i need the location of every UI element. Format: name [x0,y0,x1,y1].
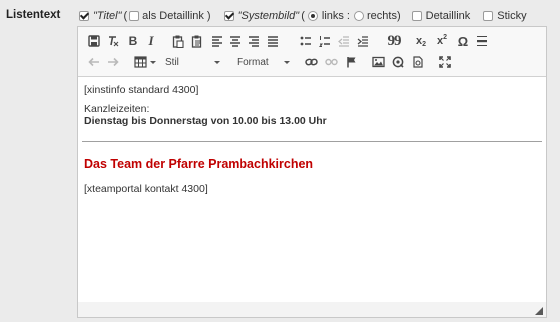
rechts-label: rechts) [367,10,401,22]
content-line: [xteamportal kontakt 4300] [84,183,208,195]
style-dropdown-label: Stil [165,56,179,68]
chevron-down-icon [214,61,220,64]
format-dropdown-label: Format [237,56,269,68]
align-justify-icon[interactable] [264,32,282,50]
content-heading: Das Team der Pfarre Prambachkirchen [84,157,314,171]
sticky-label: Sticky [497,10,527,22]
bold-button[interactable]: B [124,32,142,50]
paste-icon[interactable] [169,32,187,50]
source-icon[interactable] [409,53,427,71]
links-label: links : [321,10,350,22]
detaillink-checkbox[interactable] [411,11,422,21]
save-icon[interactable] [85,32,103,50]
link-icon[interactable] [302,53,320,71]
table-icon[interactable] [131,53,149,71]
remove-format-icon[interactable] [104,32,122,50]
content-line-bold: Dienstag bis Donnerstag von 10.00 bis 13… [84,115,327,127]
indent-icon[interactable] [354,32,372,50]
rechts-radio[interactable] [354,11,364,21]
superscript-mark: 2 [443,33,448,41]
detaillink-label: Detaillink [425,10,471,22]
maximize-icon[interactable] [436,53,454,71]
systembild-checkbox[interactable] [223,11,234,21]
editor-toolbar: B I 99 x2 x 2 Ω Stil Format [78,27,546,77]
style-dropdown[interactable]: Stil [165,53,220,71]
special-character-button[interactable]: Ω [454,32,472,50]
image-icon[interactable] [369,53,387,71]
content-line: [xinstinfo standard 4300] [84,84,199,96]
horizontal-line-icon[interactable] [473,32,491,50]
paste-text-icon[interactable] [188,32,206,50]
undo-icon[interactable] [85,53,103,71]
subscript-button[interactable]: x2 [412,32,430,50]
horizontal-rule [82,141,542,142]
align-left-icon[interactable] [208,32,226,50]
rich-text-editor: B I 99 x2 x 2 Ω Stil Format [xinstinfo s… [77,26,547,318]
systembild-label: "Systembild" [237,10,300,22]
open-paren: ( [301,10,305,22]
italic-button[interactable]: I [142,32,160,50]
redo-icon[interactable] [104,53,122,71]
sticky-checkbox[interactable] [483,11,494,21]
content-line: Kanzleizeiten: [84,103,150,115]
bulleted-list-icon[interactable] [297,32,315,50]
open-paren: ( [123,10,128,22]
numbered-list-icon[interactable] [316,32,334,50]
media-icon[interactable] [389,53,407,71]
anchor-flag-icon[interactable] [342,53,360,71]
unlink-icon[interactable] [322,53,340,71]
list-options-row: "Titel" ( als Detaillink ) "Systembild" … [79,9,527,23]
table-dropdown-icon[interactable] [150,61,156,64]
als-detaillink-label: als Detaillink [142,10,204,22]
close-paren: ) [206,10,211,22]
titel-checkbox[interactable] [79,11,89,21]
subscript-mark: 2 [422,40,427,48]
field-label: Listentext [6,9,61,21]
superscript-button[interactable]: x2 [433,32,451,50]
outdent-icon[interactable] [335,32,353,50]
format-dropdown[interactable]: Format [237,53,290,71]
als-detaillink-checkbox[interactable] [129,11,140,21]
align-right-icon[interactable] [245,32,263,50]
resize-handle-icon[interactable] [535,306,543,315]
links-radio[interactable] [307,11,318,21]
blockquote-button[interactable]: 99 [385,32,403,50]
chevron-down-icon [284,61,290,64]
titel-label: "Titel" [93,10,122,22]
editor-footer [78,302,546,317]
align-center-icon[interactable] [226,32,244,50]
